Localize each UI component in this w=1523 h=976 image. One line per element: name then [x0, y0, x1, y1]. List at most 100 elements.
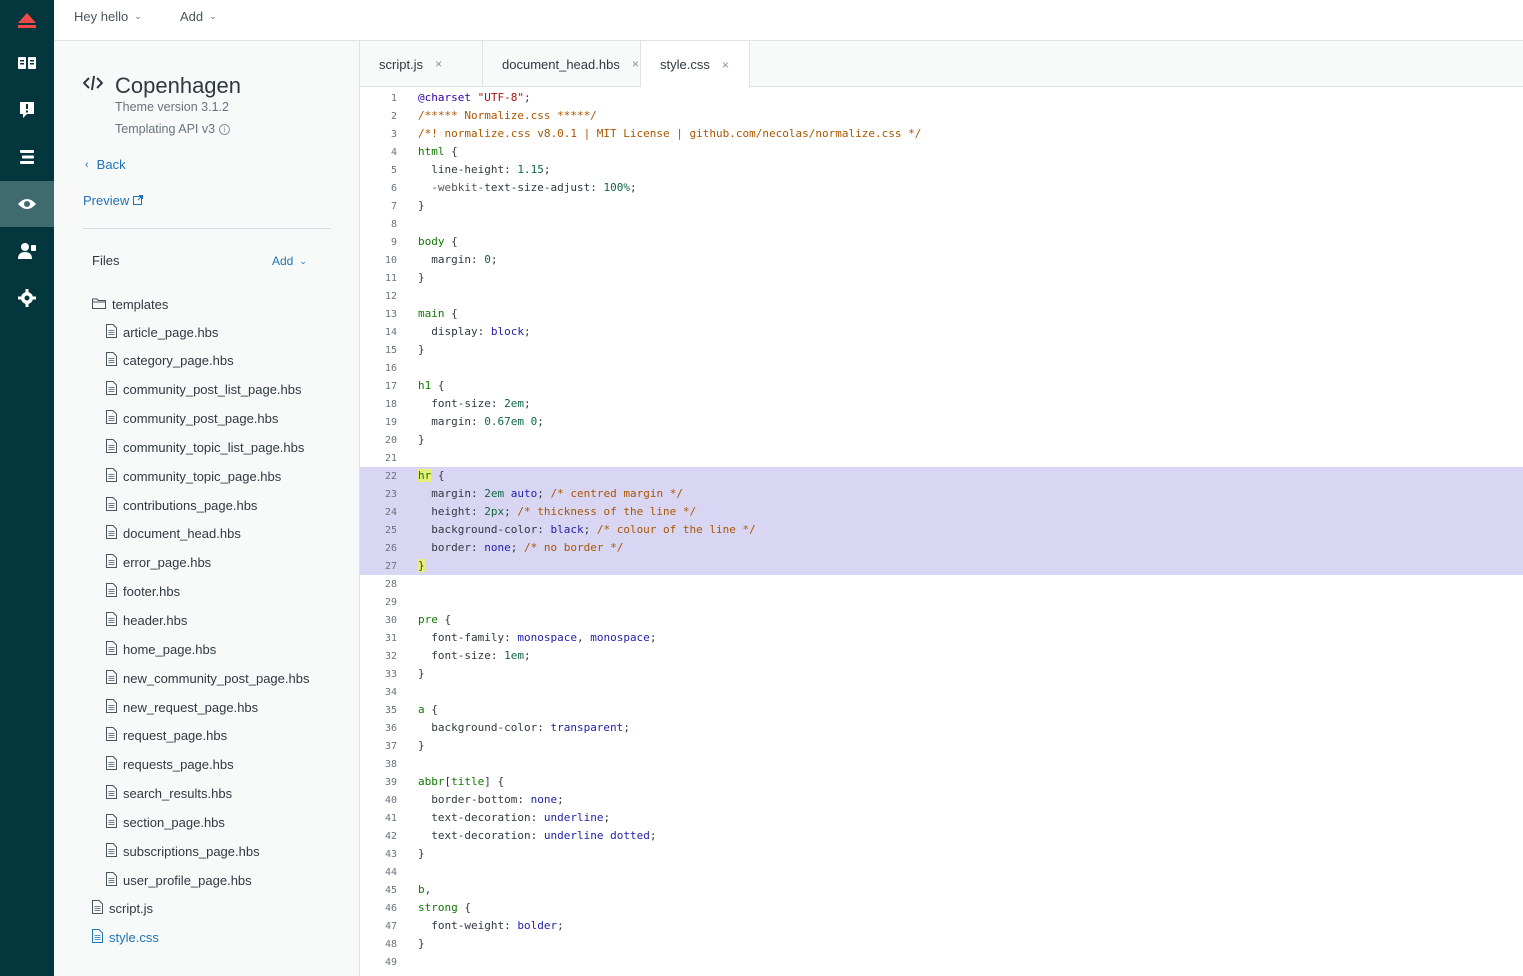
file-icon: [106, 698, 117, 716]
code-text: margin: 2em auto; /* centred margin */: [418, 487, 683, 500]
tab-script-js[interactable]: script.js ×: [360, 41, 483, 87]
back-link[interactable]: ‹ Back: [85, 157, 126, 172]
file-item[interactable]: new_request_page.hbs: [106, 697, 258, 717]
file-item[interactable]: home_page.hbs: [106, 639, 216, 659]
code-text: hr {: [418, 469, 445, 482]
code-line: 3 /*! normalize.css v8.0.1 | MIT License …: [360, 125, 921, 143]
add-menu[interactable]: Add ⌄: [180, 9, 217, 24]
file-icon: [106, 467, 117, 485]
line-number: 12: [384, 291, 397, 302]
line-number: 13: [384, 309, 397, 320]
view-eye-icon[interactable]: [0, 181, 54, 227]
file-item[interactable]: script.js: [92, 898, 153, 918]
file-icon: [106, 381, 117, 398]
file-item[interactable]: request_page.hbs: [106, 726, 227, 746]
zendesk-logo-icon[interactable]: [0, 0, 54, 40]
file-label: requests_page.hbs: [123, 757, 234, 773]
file-item[interactable]: article_page.hbs: [106, 322, 218, 342]
close-icon[interactable]: ×: [435, 57, 442, 71]
code-line: 24 height: 2px; /* thickness of the line…: [360, 503, 696, 521]
guide-book-icon[interactable]: [0, 40, 54, 86]
folder-templates[interactable]: templates: [92, 294, 168, 314]
line-number: 32: [384, 651, 397, 662]
code-line: 46 strong {: [360, 899, 471, 917]
code-text: }: [418, 343, 425, 356]
code-line: 44: [360, 863, 397, 881]
file-item[interactable]: style.css: [92, 927, 159, 947]
code-text: }: [418, 271, 425, 284]
file-icon: [106, 438, 117, 456]
line-number: 33: [384, 669, 397, 680]
file-item[interactable]: community_topic_page.hbs: [106, 466, 281, 486]
settings-gear-icon[interactable]: [0, 275, 54, 321]
tab-document-head[interactable]: document_head.hbs ×: [483, 41, 641, 87]
line-number: 14: [384, 327, 397, 338]
file-item[interactable]: community_post_page.hbs: [106, 409, 278, 429]
code-text: border-bottom: none;: [418, 793, 564, 806]
tab-label: script.js: [379, 56, 424, 72]
code-line: 39 abbr[title] {: [360, 773, 504, 791]
file-item[interactable]: section_page.hbs: [106, 812, 225, 832]
file-item[interactable]: search_results.hbs: [106, 784, 232, 804]
file-item[interactable]: requests_page.hbs: [106, 755, 234, 775]
file-icon: [106, 612, 117, 629]
file-icon: [106, 727, 117, 744]
code-text: line-height: 1.15;: [418, 163, 551, 176]
code-text: margin: 0;: [418, 253, 498, 266]
line-number: 23: [384, 489, 397, 500]
code-line: 11}: [360, 269, 425, 287]
line-number: 4: [390, 147, 397, 158]
file-item[interactable]: community_topic_list_page.hbs: [106, 437, 304, 457]
line-number: 36: [384, 723, 397, 734]
hey-hello-menu[interactable]: Hey hello ⌄: [74, 9, 142, 24]
code-text: h1 {: [418, 379, 445, 392]
code-line: 18 font-size: 2em;: [360, 395, 531, 413]
user-permissions-icon[interactable]: [0, 228, 54, 274]
file-label: category_page.hbs: [123, 353, 234, 369]
file-label: script.js: [109, 900, 154, 916]
feedback-icon[interactable]: [0, 87, 54, 133]
arrange-icon[interactable]: [0, 134, 54, 180]
file-label: style.css: [109, 929, 159, 945]
code-text: b,: [418, 883, 432, 896]
code-text: abbr[title] {: [418, 775, 505, 788]
code-text: /***** Normalize.css *****/: [418, 109, 597, 122]
code-text: -webkit-text-size-adjust: 100%;: [431, 181, 637, 194]
file-item[interactable]: community_post_list_page.hbs: [106, 380, 302, 400]
line-number: 18: [384, 399, 397, 410]
info-icon[interactable]: i: [219, 123, 231, 135]
line-number: 22: [384, 471, 397, 482]
file-label: community_topic_list_page.hbs: [123, 439, 305, 455]
file-item[interactable]: new_community_post_page.hbs: [106, 668, 309, 688]
code-line: 8: [360, 215, 397, 233]
code-line: 10 margin: 0;: [360, 251, 498, 269]
tab-style-css[interactable]: style.css ×: [641, 41, 750, 88]
line-number: 47: [384, 921, 397, 932]
close-icon[interactable]: ×: [722, 58, 729, 72]
line-number: 45: [384, 885, 397, 896]
file-item[interactable]: contributions_page.hbs: [106, 495, 257, 515]
line-number: 3: [390, 129, 397, 140]
file-item[interactable]: footer.hbs: [106, 582, 180, 602]
file-item[interactable]: user_profile_page.hbs: [106, 870, 252, 890]
file-item[interactable]: category_page.hbs: [106, 351, 234, 371]
preview-link[interactable]: Preview: [83, 193, 144, 208]
close-icon[interactable]: ×: [632, 57, 639, 71]
folder-label: templates: [112, 296, 169, 312]
code-line: 5 line-height: 1.15;: [360, 161, 551, 179]
file-icon: [106, 496, 117, 514]
file-item[interactable]: error_page.hbs: [106, 553, 211, 573]
file-item[interactable]: document_head.hbs: [106, 524, 241, 544]
chevron-down-icon: ⌄: [209, 11, 217, 21]
file-icon: [106, 669, 117, 687]
code-editor[interactable]: 1 @charset "UTF-8"; 2 /***** Normalize.css …: [360, 88, 1523, 976]
files-add-button[interactable]: Add ⌄: [272, 254, 307, 268]
line-number: 17: [384, 381, 397, 392]
chevron-down-icon: ⌄: [299, 255, 307, 266]
file-item[interactable]: subscriptions_page.hbs: [106, 841, 260, 861]
file-label: user_profile_page.hbs: [123, 872, 252, 888]
file-label: error_page.hbs: [123, 555, 212, 571]
file-label: section_page.hbs: [123, 814, 225, 830]
file-item[interactable]: header.hbs: [106, 611, 187, 631]
code-text: strong {: [418, 901, 471, 914]
